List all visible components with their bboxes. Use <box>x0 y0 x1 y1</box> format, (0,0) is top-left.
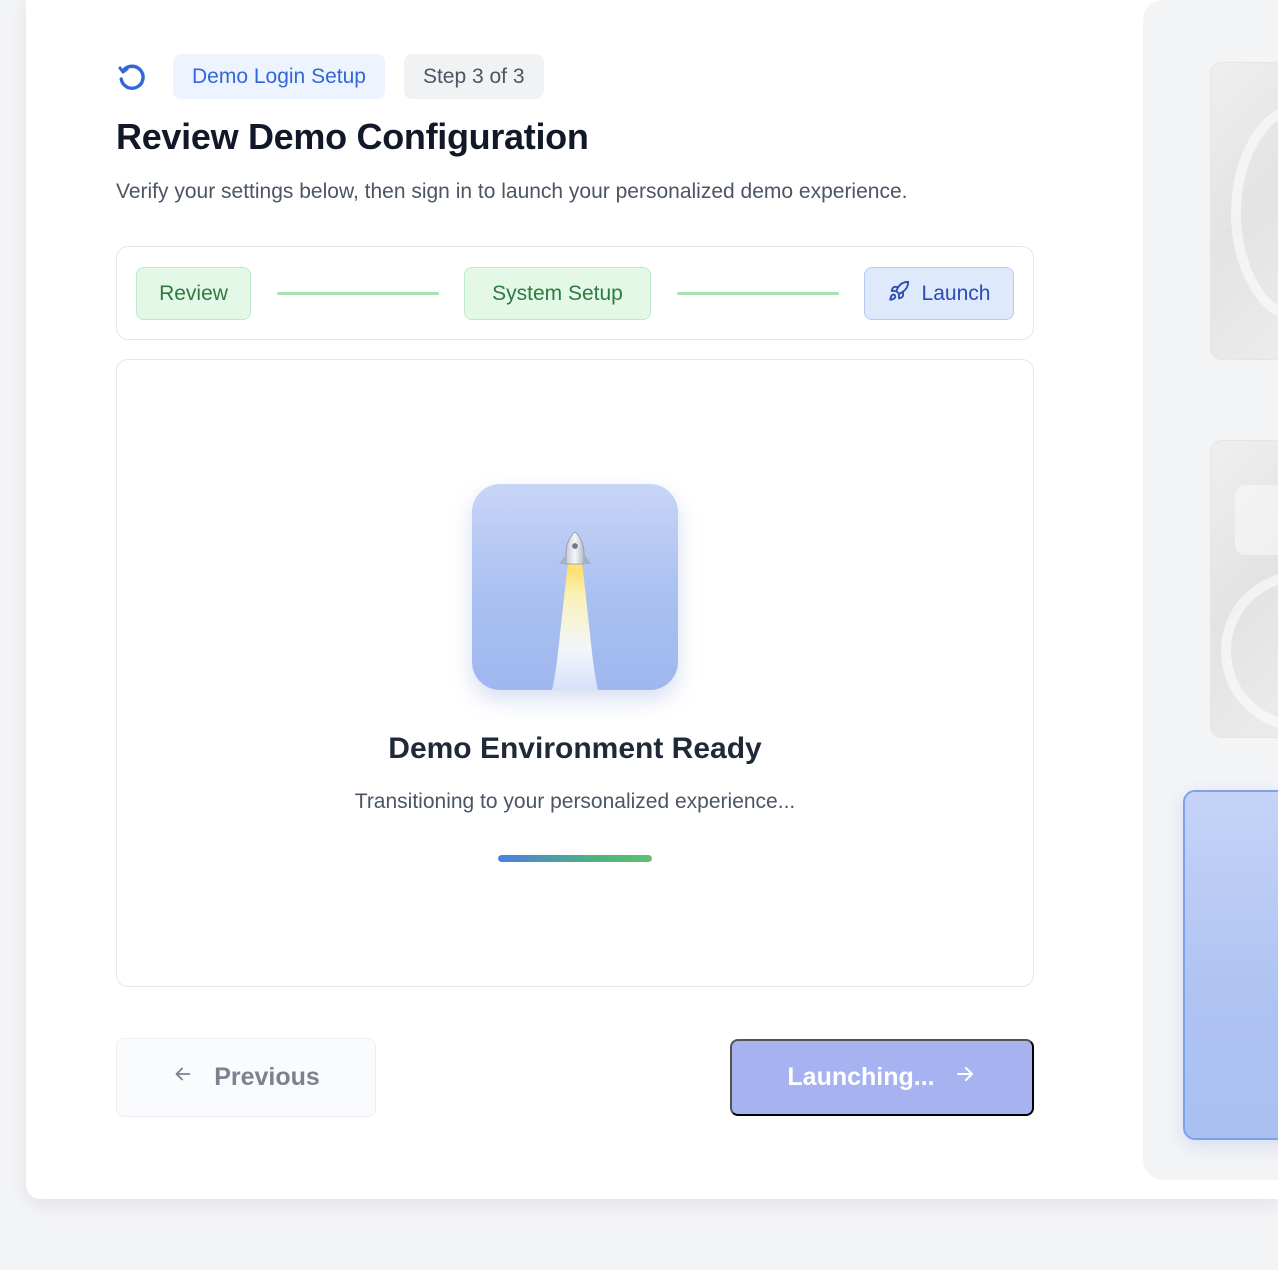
progress-stepper: Review System Setup Launch <box>116 246 1034 340</box>
previous-button-label: Previous <box>214 1063 320 1091</box>
header-row: Demo Login Setup Step 3 of 3 <box>116 54 544 99</box>
launch-button-label: Launching... <box>787 1063 935 1091</box>
step-indicator-badge: Step 3 of 3 <box>403 54 544 99</box>
preview-thumbnail-3-selected[interactable] <box>1183 790 1278 1140</box>
step-label: System Setup <box>492 281 623 305</box>
preview-thumbnail-1[interactable] <box>1210 62 1278 360</box>
previous-button[interactable]: Previous <box>116 1038 376 1117</box>
step-connector <box>277 292 439 295</box>
step-label: Launch <box>921 281 991 305</box>
step-system-setup[interactable]: System Setup <box>464 267 651 320</box>
rocket-icon <box>552 531 598 690</box>
step-connector <box>677 292 839 295</box>
ready-message: Transitioning to your personalized exper… <box>354 790 796 813</box>
launch-status-panel: Demo Environment Ready Transitioning to … <box>116 359 1034 987</box>
launch-button[interactable]: Launching... <box>730 1039 1034 1116</box>
ready-title: Demo Environment Ready <box>388 732 762 765</box>
thumbnail-shape <box>1221 571 1278 731</box>
preview-thumbnail-2[interactable] <box>1210 440 1278 738</box>
refresh-icon[interactable] <box>116 54 154 99</box>
step-label: Review <box>159 281 228 305</box>
demo-login-setup-badge: Demo Login Setup <box>173 54 385 99</box>
rocket-launch-illustration <box>472 484 678 690</box>
arrow-right-icon <box>953 1062 977 1093</box>
page-subtitle: Verify your settings below, then sign in… <box>116 180 908 203</box>
arrow-left-icon <box>172 1063 194 1092</box>
thumbnail-shape <box>1235 485 1278 555</box>
rocket-icon <box>888 280 910 308</box>
step-review[interactable]: Review <box>136 267 251 320</box>
launch-progress-fill <box>498 855 652 862</box>
step-launch[interactable]: Launch <box>864 267 1014 320</box>
thumbnail-shape <box>1231 103 1278 323</box>
launch-progress-bar <box>498 855 652 862</box>
page-title: Review Demo Configuration <box>116 116 589 157</box>
